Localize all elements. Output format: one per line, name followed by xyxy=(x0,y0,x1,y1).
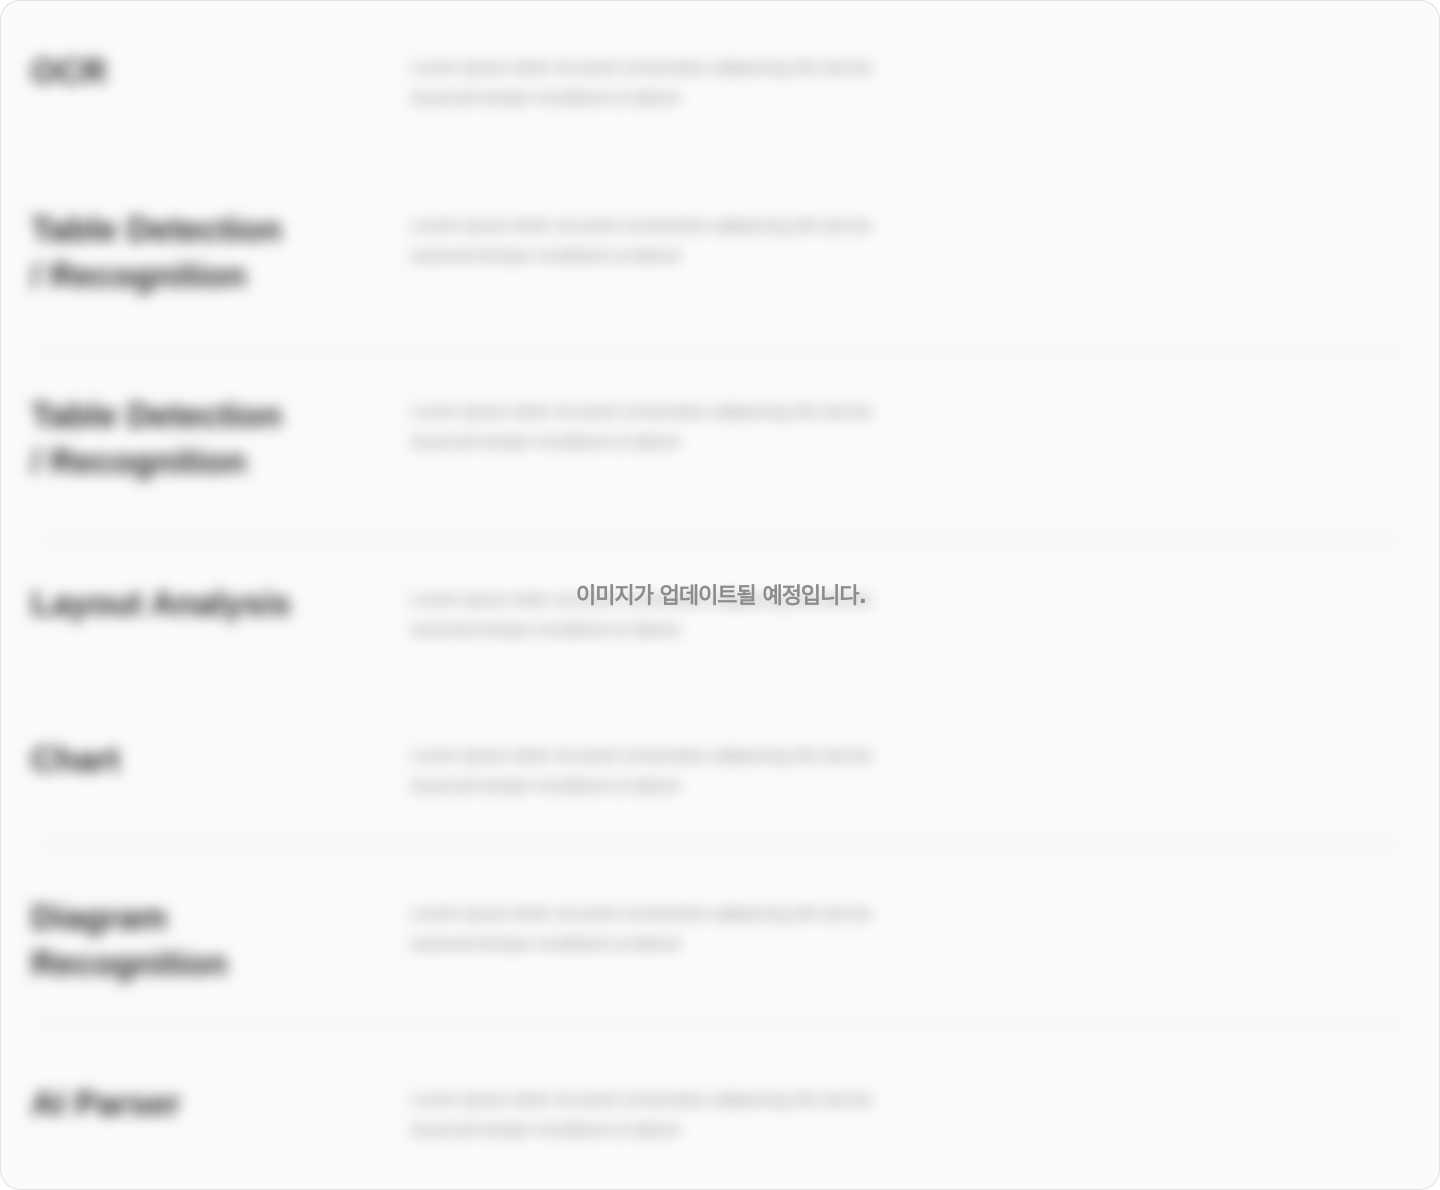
feature-title: Table Detection / Recognition xyxy=(31,211,282,295)
feature-description: Lorem ipsum dolor sit amet consectetur a… xyxy=(411,58,872,107)
feature-description: Lorem ipsum dolor sit amet consectetur a… xyxy=(411,904,872,953)
feature-title: Chart xyxy=(31,741,120,779)
feature-title: Diagram Recognition xyxy=(31,899,228,983)
feature-list-card: OCR Lorem ipsum dolor sit amet consectet… xyxy=(0,0,1440,1190)
feature-title: AI Parser xyxy=(31,1085,181,1123)
row-divider xyxy=(41,353,1401,355)
row-divider xyxy=(41,539,1401,541)
row-divider xyxy=(41,843,1401,845)
feature-title: Table Detection / Recognition xyxy=(31,397,282,481)
feature-description: Lorem ipsum dolor sit amet consectetur a… xyxy=(411,216,872,265)
row-divider xyxy=(41,1025,1401,1027)
feature-description: Lorem ipsum dolor sit amet consectetur a… xyxy=(411,402,872,451)
feature-description: Lorem ipsum dolor sit amet consectetur a… xyxy=(411,1090,872,1139)
feature-description: Lorem ipsum dolor sit amet consectetur a… xyxy=(411,746,872,795)
image-update-notice: 이미지가 업데이트될 예정입니다. xyxy=(575,584,867,609)
feature-title: OCR xyxy=(31,53,107,91)
